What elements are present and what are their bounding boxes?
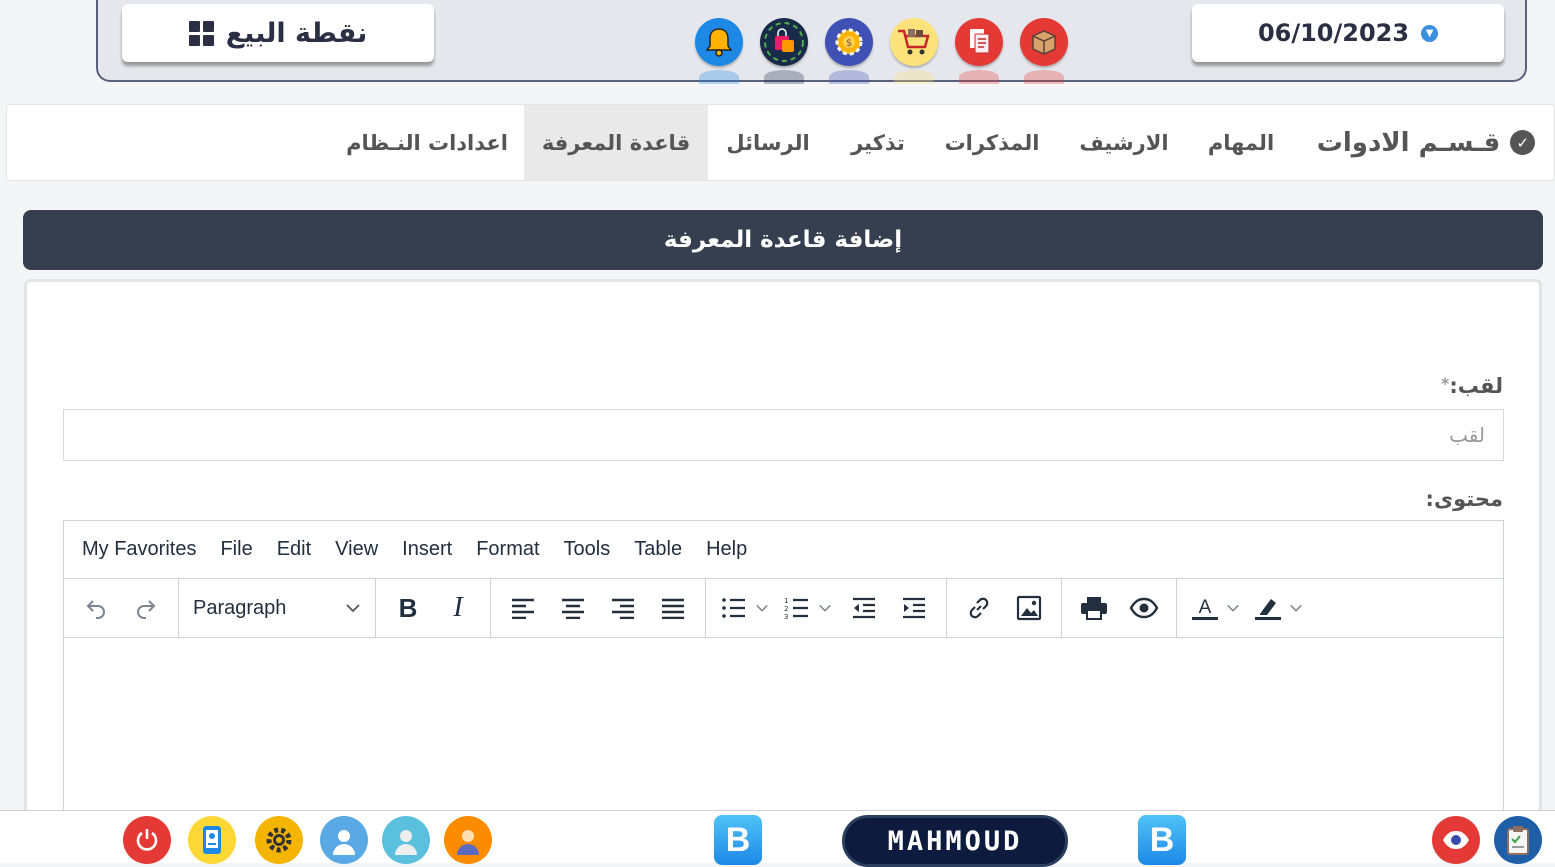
bold-icon[interactable]: B xyxy=(386,588,430,628)
contacts-icon[interactable] xyxy=(188,816,236,864)
tab-reminder[interactable]: تذكير xyxy=(835,105,921,180)
documents-icon[interactable] xyxy=(955,18,1003,84)
title-input[interactable] xyxy=(63,409,1504,461)
editor-toolbar: Paragraph B I 1 2 3 A xyxy=(64,579,1503,638)
menu-insert[interactable]: Insert xyxy=(390,538,464,561)
align-center-icon[interactable] xyxy=(551,588,595,628)
image-icon[interactable] xyxy=(1007,588,1051,628)
tab-bar: ✓ قـسـم الادوات المهام الارشيف المذكرات … xyxy=(6,104,1555,181)
redo-icon[interactable] xyxy=(124,588,168,628)
document-group xyxy=(1062,579,1177,637)
justify-icon[interactable] xyxy=(651,588,695,628)
clipboard-icon[interactable] xyxy=(1494,816,1542,864)
pos-label: نقطة البيع xyxy=(225,17,368,49)
preview-icon[interactable] xyxy=(1122,588,1166,628)
power-icon[interactable] xyxy=(123,816,171,864)
tab-knowledge-base[interactable]: قاعدة المعرفة xyxy=(524,105,708,180)
section-title: ✓ قـسـم الادوات xyxy=(1316,105,1536,180)
section-title-text: قـسـم الادوات xyxy=(1316,127,1501,158)
block-format-group: Paragraph xyxy=(179,579,376,637)
settings-money-icon[interactable]: $ xyxy=(825,18,873,84)
undo-icon[interactable] xyxy=(74,588,118,628)
rich-text-editor: My Favorites File Edit View Insert Forma… xyxy=(63,520,1504,830)
shopping-bags-icon[interactable] xyxy=(760,18,808,84)
history-group xyxy=(64,579,179,637)
menu-my-favorites[interactable]: My Favorites xyxy=(70,538,208,561)
title-label-text: لقب: xyxy=(1449,374,1503,398)
bell-icon[interactable] xyxy=(695,18,743,84)
block-format-select[interactable]: Paragraph xyxy=(183,588,371,628)
numbered-list-icon[interactable]: 123 xyxy=(779,588,815,628)
tab-tasks[interactable]: المهام xyxy=(1191,105,1291,180)
top-app-icons: $ xyxy=(695,18,1068,84)
user-icon[interactable] xyxy=(382,816,430,864)
title-field-label: لقب:* xyxy=(1441,374,1503,398)
content-field-label: محتوى: xyxy=(1425,487,1503,511)
menu-format[interactable]: Format xyxy=(464,538,551,561)
align-right-icon[interactable] xyxy=(601,588,645,628)
editor-content-area[interactable] xyxy=(64,638,1503,828)
chevron-down-icon[interactable] xyxy=(817,601,833,615)
menu-file[interactable]: File xyxy=(208,538,264,561)
bottom-dock: B MAHMOUD B xyxy=(0,810,1555,867)
color-group: A xyxy=(1177,579,1317,637)
top-header: نقطة البيع $ 06/10/2023 ▼ xyxy=(96,0,1527,84)
eye-icon[interactable] xyxy=(1432,816,1480,864)
chevron-down-icon[interactable] xyxy=(1288,601,1304,615)
b-app-icon[interactable]: B xyxy=(1138,815,1186,865)
svg-text:2: 2 xyxy=(784,605,788,613)
menu-view[interactable]: View xyxy=(323,538,390,561)
svg-text:1: 1 xyxy=(784,597,788,605)
tab-notes[interactable]: المذكرات xyxy=(933,105,1051,180)
form-panel: لقب:* محتوى: My Favorites File Edit View… xyxy=(24,279,1542,830)
bullet-list-icon[interactable] xyxy=(716,588,752,628)
date-button[interactable]: 06/10/2023 ▼ xyxy=(1192,4,1504,62)
shopping-cart-icon[interactable] xyxy=(890,18,938,84)
tab-archive[interactable]: الارشيف xyxy=(1065,105,1183,180)
grid-icon xyxy=(188,20,214,46)
text-style-group: B I xyxy=(376,579,491,637)
user-name-badge[interactable]: MAHMOUD xyxy=(842,815,1068,867)
svg-text:3: 3 xyxy=(784,613,788,620)
alignment-group xyxy=(491,579,706,637)
outdent-icon[interactable] xyxy=(842,588,886,628)
chevron-down-icon[interactable] xyxy=(1225,601,1241,615)
chevron-down-icon xyxy=(345,600,361,616)
tab-messages[interactable]: الرسائل xyxy=(711,105,825,180)
date-text: 06/10/2023 xyxy=(1257,19,1410,47)
italic-icon[interactable]: I xyxy=(436,588,480,628)
pos-button[interactable]: نقطة البيع xyxy=(122,4,434,62)
indent-icon[interactable] xyxy=(892,588,936,628)
b-app-icon[interactable]: B xyxy=(714,815,762,865)
box-icon[interactable] xyxy=(1020,18,1068,84)
user-icon[interactable] xyxy=(320,816,368,864)
svg-text:$: $ xyxy=(846,38,852,49)
menu-help[interactable]: Help xyxy=(694,538,759,561)
check-circle-icon: ✓ xyxy=(1510,130,1536,155)
chevron-down-icon: ▼ xyxy=(1421,24,1439,42)
menu-table[interactable]: Table xyxy=(622,538,694,561)
highlight-icon[interactable] xyxy=(1250,588,1286,628)
insert-group xyxy=(947,579,1062,637)
menu-edit[interactable]: Edit xyxy=(265,538,323,561)
svg-text:A: A xyxy=(1199,597,1212,618)
chevron-down-icon[interactable] xyxy=(754,601,770,615)
list-group: 123 xyxy=(706,579,947,637)
menu-tools[interactable]: Tools xyxy=(552,538,623,561)
tab-system-settings[interactable]: اعدادات النـظام xyxy=(337,105,517,180)
align-left-icon[interactable] xyxy=(501,588,545,628)
text-color-icon[interactable]: A xyxy=(1187,588,1223,628)
panel-title: إضافة قاعدة المعرفة xyxy=(663,227,903,253)
editor-menubar: My Favorites File Edit View Insert Forma… xyxy=(64,521,1503,579)
block-format-value: Paragraph xyxy=(193,596,287,619)
print-icon[interactable] xyxy=(1072,588,1116,628)
link-icon[interactable] xyxy=(957,588,1001,628)
user-icon[interactable] xyxy=(444,816,492,864)
gear-icon[interactable] xyxy=(255,816,303,864)
panel-header: إضافة قاعدة المعرفة xyxy=(23,210,1543,270)
